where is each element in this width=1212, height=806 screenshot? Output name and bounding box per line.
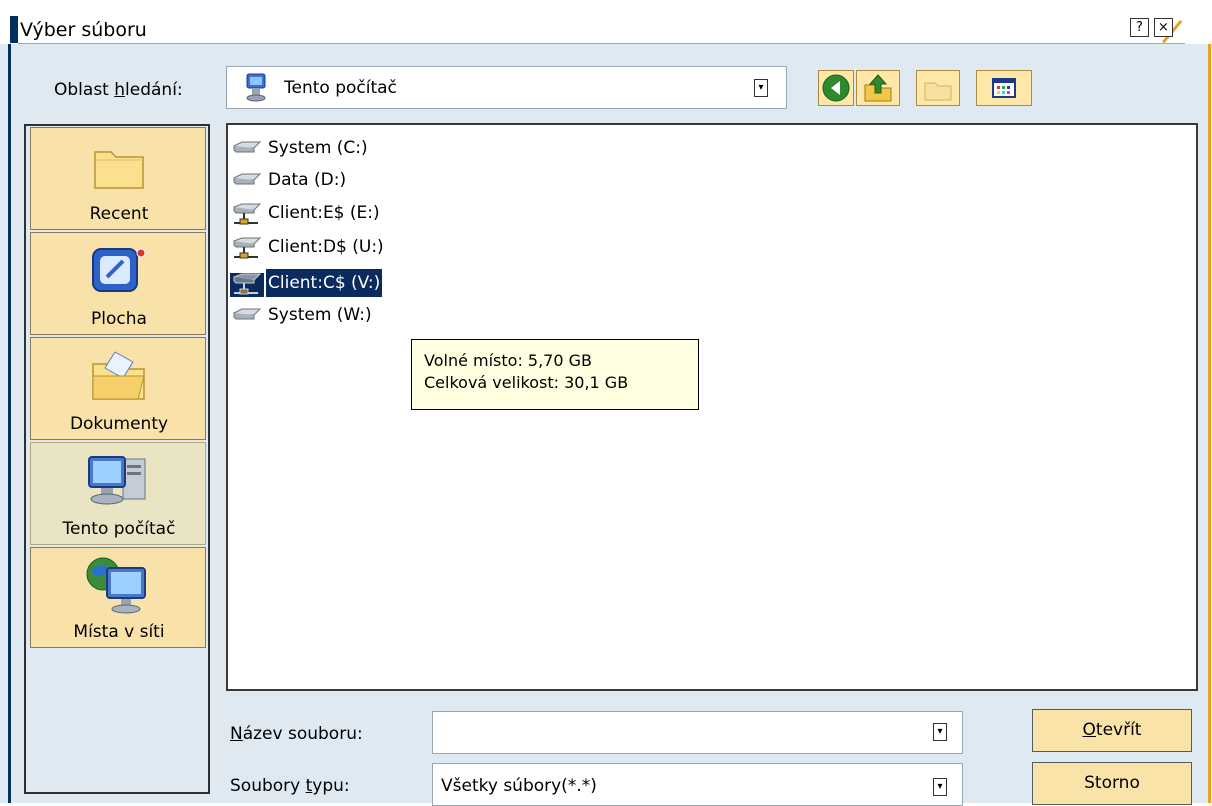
help-button[interactable]: ? (1130, 18, 1149, 37)
place-plocha[interactable]: Plocha (30, 232, 206, 335)
hard-drive-icon (233, 173, 262, 185)
network-drive-icon (233, 203, 262, 225)
list-item-label: System (W:) (268, 305, 372, 325)
list-item-label: Client:C$ (V:) (264, 268, 384, 298)
dropdown-arrow-icon[interactable]: ▾ (933, 723, 947, 741)
network-drive-icon (233, 237, 262, 259)
place-label: Místa v síti (73, 622, 165, 642)
hard-drive-icon (233, 308, 262, 320)
view-menu-button[interactable] (976, 70, 1032, 106)
list-item[interactable]: Data (D:) (228, 166, 528, 194)
place-label: Recent (89, 204, 149, 224)
list-item-label: Client:E$ (E:) (268, 203, 380, 223)
filetype-value: Všetky súbory(*.*) (441, 776, 597, 796)
close-button[interactable]: × (1154, 18, 1173, 37)
network-drive-icon (230, 273, 264, 297)
tooltip-free-space: Volné místo: 5,70 GB (424, 351, 592, 370)
list-item[interactable]: Client:D$ (U:) (228, 233, 528, 261)
place-mista-v-siti[interactable]: Místa v síti (30, 547, 206, 648)
place-dokumenty[interactable]: Dokumenty (30, 337, 206, 440)
my-computer-icon (88, 456, 146, 505)
up-folder-icon (864, 74, 892, 102)
filetype-label: Soubory typu: (230, 776, 350, 796)
up-folder-button[interactable] (856, 70, 900, 106)
new-folder-icon (924, 82, 952, 101)
title-accent (10, 16, 18, 43)
list-item[interactable]: Client:E$ (E:) (228, 199, 528, 227)
list-item-label: Data (D:) (268, 170, 347, 190)
dropdown-arrow-icon[interactable]: ▾ (933, 778, 947, 796)
place-label: Tento počítač (62, 519, 176, 539)
title-bar (0, 0, 1212, 43)
frame-left-border (8, 44, 11, 803)
back-arrow-icon (822, 74, 850, 102)
back-button[interactable] (818, 70, 854, 106)
view-menu-icon (992, 78, 1016, 98)
place-recent[interactable]: Recent (30, 127, 206, 230)
computer-icon (243, 72, 269, 102)
network-places-icon (86, 557, 146, 614)
list-item[interactable]: System (C:) (228, 134, 528, 162)
filename-label: Název souboru: (230, 724, 363, 744)
tooltip-total-size: Celková velikost: 30,1 GB (424, 373, 629, 392)
cancel-button[interactable]: Storno (1032, 762, 1192, 805)
lookin-label: Oblast hledání: (54, 80, 183, 100)
filename-input[interactable] (432, 711, 963, 754)
lookin-value: Tento počítač (284, 78, 397, 98)
frame-right-border (1208, 44, 1211, 803)
list-item-selected[interactable]: Client:C$ (V:) (228, 268, 528, 298)
list-item-label: Client:D$ (U:) (268, 237, 384, 257)
place-label: Plocha (91, 309, 147, 329)
window-title: Výber súboru (20, 19, 147, 41)
new-folder-button[interactable] (916, 70, 960, 106)
place-tento-pocitac[interactable]: Tento počítač (30, 442, 206, 545)
place-label: Dokumenty (69, 414, 169, 434)
list-item[interactable]: System (W:) (228, 301, 528, 329)
open-button[interactable]: Otevřít (1032, 709, 1192, 752)
desktop-icon (92, 248, 146, 292)
dropdown-arrow-icon[interactable]: ▾ (754, 79, 768, 97)
documents-folder-icon (92, 351, 145, 400)
list-item-label: System (C:) (268, 138, 368, 158)
folder-icon (94, 151, 144, 189)
drive-info-tooltip: Volné místo: 5,70 GB Celková velikost: 3… (411, 339, 699, 410)
hard-drive-icon (233, 141, 262, 153)
